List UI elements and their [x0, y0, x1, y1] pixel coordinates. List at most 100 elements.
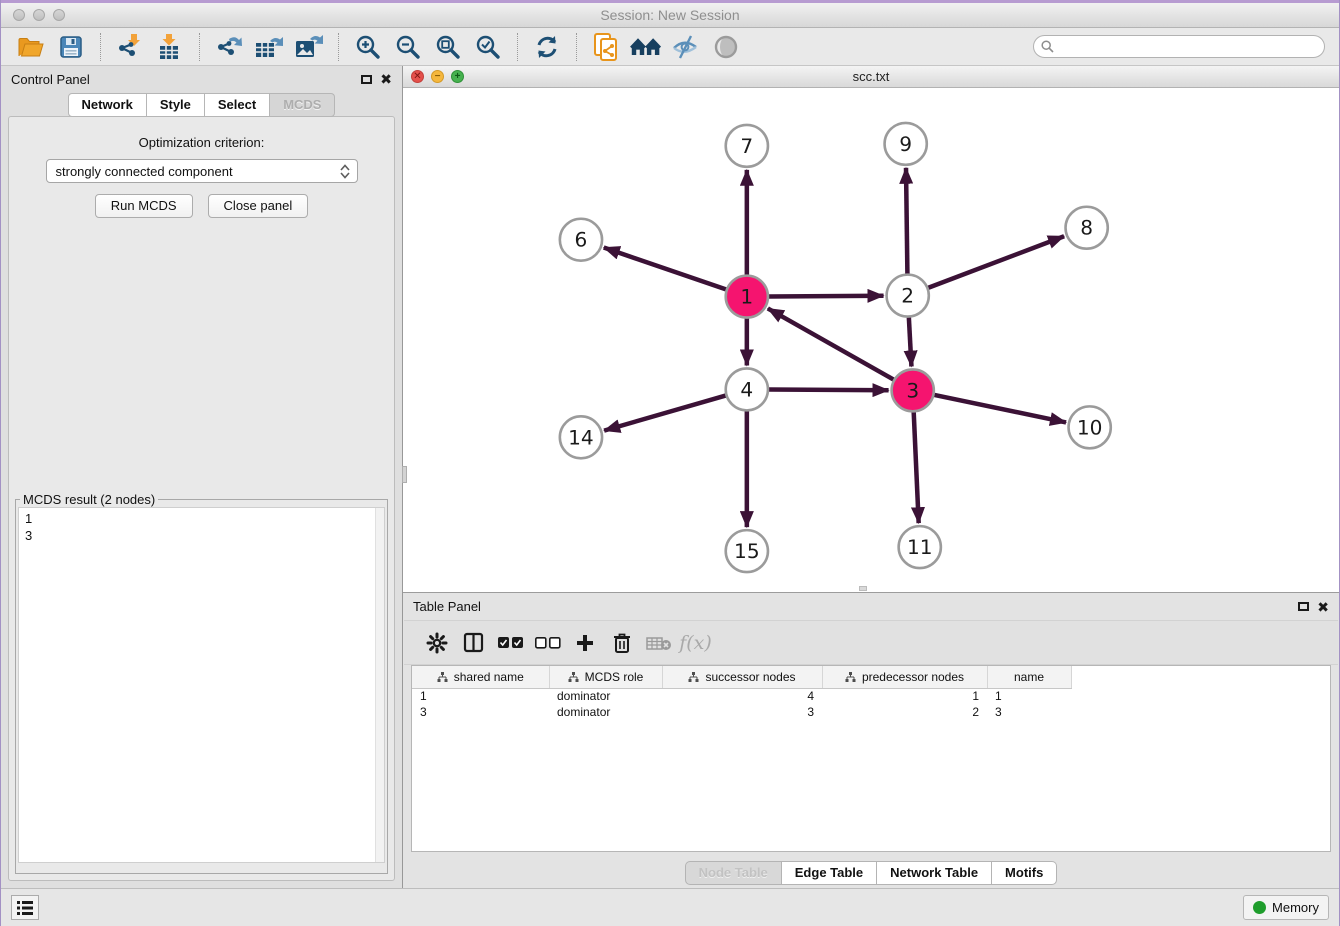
table-cell[interactable]: dominator: [549, 688, 662, 704]
control-panel-close-icon[interactable]: ✖: [380, 72, 392, 86]
table-cell[interactable]: dominator: [549, 704, 662, 720]
result-scrollbar[interactable]: [375, 508, 384, 862]
select-all-checkboxes-icon[interactable]: [492, 628, 529, 658]
result-node-id[interactable]: 1: [25, 510, 384, 527]
app-close-button[interactable]: [13, 9, 25, 21]
tab-mcds[interactable]: MCDS: [270, 93, 335, 117]
table-row[interactable]: 1dominator411: [412, 688, 1330, 704]
network-close-icon[interactable]: ✕: [411, 70, 424, 83]
network-window-titlebar[interactable]: scc.txt ✕ − +: [403, 66, 1339, 88]
search-input[interactable]: [1059, 38, 1324, 56]
tab-network[interactable]: Network: [68, 93, 147, 117]
tab-edge-table[interactable]: Edge Table: [782, 861, 877, 885]
show-details-icon[interactable]: [710, 31, 742, 63]
fit-content-icon[interactable]: [432, 31, 464, 63]
apply-layout-icon[interactable]: [531, 31, 563, 63]
table-cell[interactable]: 2: [822, 704, 987, 720]
graph-edge-4-14[interactable]: [604, 396, 725, 431]
import-table-icon[interactable]: [154, 31, 186, 63]
graph-edge-1-2[interactable]: [769, 296, 884, 297]
network-maximize-icon[interactable]: +: [451, 70, 464, 83]
column-header-successor-nodes[interactable]: successor nodes: [662, 666, 822, 688]
table-options-icon[interactable]: [418, 628, 455, 658]
hide-details-icon[interactable]: [670, 31, 702, 63]
graph-node-10[interactable]: 10: [1069, 406, 1111, 448]
table-panel-close-icon[interactable]: ✖: [1317, 600, 1329, 614]
column-header-shared-name[interactable]: shared name: [412, 666, 549, 688]
graph-node-6[interactable]: 6: [560, 219, 602, 261]
tab-network-table[interactable]: Network Table: [877, 861, 992, 885]
clone-network-icon[interactable]: [590, 31, 622, 63]
tab-select[interactable]: Select: [205, 93, 270, 117]
tab-style[interactable]: Style: [147, 93, 205, 117]
table-cell[interactable]: 3: [662, 704, 822, 720]
export-image-icon[interactable]: [293, 31, 325, 63]
column-header-predecessor-nodes[interactable]: predecessor nodes: [822, 666, 987, 688]
graph-node-9[interactable]: 9: [885, 123, 927, 165]
network-graph[interactable]: 1 2 3 4 6 7 8 9 10 11 14 15: [403, 88, 1339, 592]
column-header-name[interactable]: name: [987, 666, 1071, 688]
table-row[interactable]: 3dominator323: [412, 704, 1330, 720]
tab-node-table[interactable]: Node Table: [685, 861, 782, 885]
table-cell[interactable]: 1: [822, 688, 987, 704]
zoom-selected-icon[interactable]: [472, 31, 504, 63]
control-panel-float-icon[interactable]: [361, 75, 372, 84]
add-column-icon[interactable]: [566, 628, 603, 658]
graph-node-4[interactable]: 4: [726, 368, 768, 410]
canvas-splitter-grip[interactable]: [859, 586, 867, 591]
network-window: scc.txt ✕ − + 1 2 3 4 6 7 8 9 10 11 14 15: [403, 66, 1339, 593]
app-window-controls[interactable]: [13, 9, 65, 21]
graph-edge-3-11[interactable]: [914, 412, 919, 523]
show-columns-icon[interactable]: [455, 628, 492, 658]
delete-column-icon[interactable]: [603, 628, 640, 658]
criterion-dropdown[interactable]: strongly connected component: [46, 159, 358, 183]
result-node-id[interactable]: 3: [25, 527, 384, 544]
app-maximize-button[interactable]: [53, 9, 65, 21]
graph-node-11[interactable]: 11: [899, 526, 941, 568]
task-history-button[interactable]: [11, 895, 39, 920]
table-cell[interactable]: 1: [412, 688, 549, 704]
graph-edge-2-3[interactable]: [909, 318, 912, 367]
graph-edge-3-1[interactable]: [768, 308, 894, 379]
delete-table-icon[interactable]: [640, 628, 677, 658]
graph-node-1[interactable]: 1: [726, 276, 768, 318]
panel-splitter-grip[interactable]: [402, 466, 407, 483]
export-table-icon[interactable]: [253, 31, 285, 63]
run-mcds-button[interactable]: Run MCDS: [95, 194, 193, 218]
graph-node-2[interactable]: 2: [887, 275, 929, 317]
function-builder-icon[interactable]: f(x): [677, 628, 714, 658]
close-panel-button[interactable]: Close panel: [208, 194, 309, 218]
import-network-icon[interactable]: [114, 31, 146, 63]
table-cell[interactable]: 3: [987, 704, 1071, 720]
graph-node-8[interactable]: 8: [1066, 207, 1108, 249]
network-canvas[interactable]: 1 2 3 4 6 7 8 9 10 11 14 15: [403, 88, 1339, 592]
table-cell[interactable]: 1: [987, 688, 1071, 704]
graph-edge-3-10[interactable]: [934, 395, 1066, 422]
export-network-icon[interactable]: [213, 31, 245, 63]
mcds-result-list[interactable]: 13: [18, 507, 385, 863]
graph-edge-1-6[interactable]: [604, 248, 726, 290]
graph-node-3[interactable]: 3: [892, 369, 934, 411]
graph-node-15[interactable]: 15: [726, 530, 768, 572]
column-header-mcds-role[interactable]: MCDS role: [549, 666, 662, 688]
graph-edge-2-8[interactable]: [928, 236, 1064, 287]
graph-edge-4-3[interactable]: [769, 390, 889, 391]
graph-node-7[interactable]: 7: [726, 125, 768, 167]
graph-node-14[interactable]: 14: [560, 416, 602, 458]
unselect-all-checkboxes-icon[interactable]: [529, 628, 566, 658]
save-session-icon[interactable]: [55, 31, 87, 63]
first-neighbors-icon[interactable]: [630, 31, 662, 63]
open-file-icon[interactable]: [15, 31, 47, 63]
node-table-container[interactable]: shared name MCDS role successor nodes pr…: [411, 665, 1331, 852]
table-cell[interactable]: 4: [662, 688, 822, 704]
zoom-out-icon[interactable]: [392, 31, 424, 63]
table-panel-float-icon[interactable]: [1298, 602, 1309, 611]
network-minimize-icon[interactable]: −: [431, 70, 444, 83]
graph-edge-2-9[interactable]: [906, 168, 907, 274]
app-minimize-button[interactable]: [33, 9, 45, 21]
search-box[interactable]: [1033, 35, 1325, 58]
zoom-in-icon[interactable]: [352, 31, 384, 63]
memory-button[interactable]: Memory: [1243, 895, 1329, 920]
tab-motifs[interactable]: Motifs: [992, 861, 1057, 885]
table-cell[interactable]: 3: [412, 704, 549, 720]
